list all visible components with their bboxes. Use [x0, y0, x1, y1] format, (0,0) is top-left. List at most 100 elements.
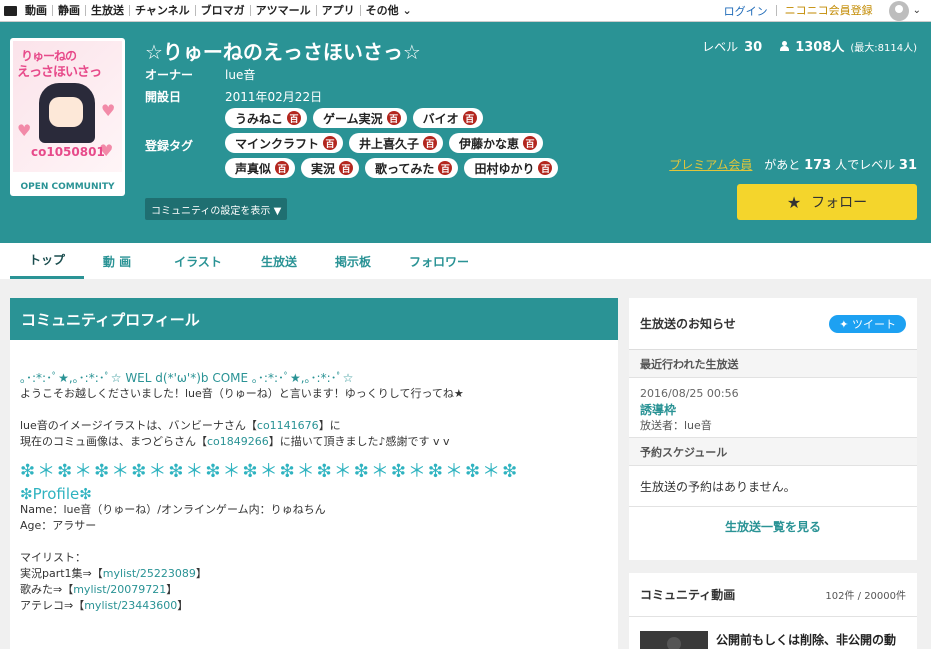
- nav-item-app[interactable]: アプリ: [315, 5, 360, 16]
- encyclopedia-icon[interactable]: 百: [523, 136, 538, 150]
- nav-item-atsumaru[interactable]: アツマール: [249, 5, 316, 16]
- tag-item[interactable]: 歌ってみた百: [365, 158, 459, 178]
- twitter-bird-icon: ✦: [839, 317, 849, 331]
- tag-row: 声真似百 実況百 歌ってみた百 田村ゆかり百: [225, 158, 625, 178]
- follow-button[interactable]: ★ フォロー: [737, 184, 917, 220]
- videos-title: コミュニティ動画: [640, 588, 736, 602]
- live-list-link[interactable]: 生放送一覧を見る: [629, 507, 917, 546]
- top-navigation-bar: 動画 静画 生放送 チャンネル ブロマガ アツマール アプリ その他 ⌄ ログイ…: [0, 0, 931, 22]
- nav-item-channel[interactable]: チャンネル: [129, 5, 195, 16]
- level-label: レベル: [702, 40, 739, 54]
- tag-label: うみねこ: [235, 111, 284, 126]
- live-info-panel: 生放送のお知らせ ✦ ツイート 最近行われた生放送 2016/08/25 00:…: [629, 298, 917, 560]
- live-title-link[interactable]: 誘導枠: [640, 402, 906, 418]
- premium-member-link[interactable]: プレミアム会員: [669, 158, 752, 172]
- tag-item[interactable]: 声真似百: [225, 158, 296, 178]
- open-community-label: OPEN COMMUNITY: [20, 182, 115, 192]
- account-chevron-down-icon[interactable]: ⌄: [913, 5, 921, 16]
- video-title[interactable]: 公開前もしくは削除、非公開の動: [716, 631, 896, 649]
- profile-age: Age：アラサー: [20, 519, 97, 532]
- tag-item[interactable]: ゲーム実況百: [313, 108, 407, 128]
- video-thumbnail[interactable]: [640, 631, 708, 649]
- star-icon: ★: [786, 192, 802, 212]
- show-settings-button[interactable]: コミュニティの設定を表示 ▼: [145, 198, 288, 220]
- mylist-text: 】: [195, 567, 207, 580]
- live-panel-header: 生放送のお知らせ ✦ ツイート: [629, 298, 917, 350]
- level-value: 30: [744, 40, 763, 55]
- profile-text: lue音のイメージイラストは、バンビーナさん【: [20, 419, 257, 432]
- community-title: ☆りゅーねのえっさほいさっ☆: [145, 40, 421, 64]
- tag-label: 田村ゆかり: [474, 161, 535, 176]
- tab-video[interactable]: 動 画: [90, 243, 144, 279]
- mylist-line: 実況part1集⇒【mylist/25223089】: [20, 566, 608, 582]
- tweet-button[interactable]: ✦ ツイート: [829, 314, 906, 333]
- schedule-label: 予約スケジュール: [629, 438, 917, 466]
- encyclopedia-icon[interactable]: 百: [538, 161, 553, 175]
- niconico-logo-icon[interactable]: [0, 0, 20, 22]
- mylist-text: アテレコ⇒【: [20, 599, 85, 612]
- nav-item-video[interactable]: 動画: [20, 5, 52, 16]
- register-link[interactable]: ニコニコ会員登録: [775, 5, 881, 16]
- encyclopedia-icon[interactable]: 百: [339, 161, 354, 175]
- tag-label: 声真似: [235, 161, 272, 176]
- nav-item-other[interactable]: その他 ⌄: [359, 5, 417, 16]
- tab-bbs[interactable]: 掲示板: [322, 243, 384, 279]
- community-header: ♥ ♥ ♥ りゅーねの えっさほいさっ co1050801 OPEN COMMU…: [0, 22, 931, 243]
- profile-text-line: 現在のコミュ画像は、まつどらさん【co1849266】に描いて頂きました♪感謝で…: [20, 434, 608, 450]
- community-videos-panel: コミュニティ動画 102件 / 20000件 公開前もしくは削除、非公開の動: [629, 573, 917, 649]
- mylist-link[interactable]: mylist/20079721: [73, 583, 166, 596]
- tab-top[interactable]: トップ: [10, 243, 84, 279]
- nav-item-live[interactable]: 生放送: [85, 5, 129, 16]
- tag-item[interactable]: 井上喜久子百: [349, 133, 444, 153]
- mylist-link[interactable]: mylist/23443600: [84, 599, 177, 612]
- encyclopedia-icon[interactable]: 百: [386, 111, 401, 125]
- mylist-text: 歌みた⇒【: [20, 583, 74, 596]
- encyclopedia-icon[interactable]: 百: [423, 136, 438, 150]
- tab-illust[interactable]: イラスト: [162, 243, 234, 279]
- community-link[interactable]: co1141676: [257, 419, 319, 432]
- encyclopedia-icon[interactable]: 百: [323, 136, 338, 150]
- encyclopedia-icon[interactable]: 百: [287, 111, 302, 125]
- established-label: 開設日: [145, 90, 182, 104]
- tag-label: バイオ: [422, 111, 459, 126]
- video-list-item[interactable]: 公開前もしくは削除、非公開の動: [629, 617, 917, 649]
- tab-followers[interactable]: フォロワー: [396, 243, 482, 279]
- heart-icon: ♥: [17, 121, 32, 140]
- mylist-text: 】: [177, 599, 189, 612]
- tag-item[interactable]: マインクラフト百: [225, 133, 344, 153]
- tag-item[interactable]: 実況百: [301, 158, 360, 178]
- login-link[interactable]: ログイン: [716, 3, 776, 19]
- tag-item[interactable]: 伊藤かな恵百: [449, 133, 544, 153]
- nav-item-blomaga[interactable]: ブロマガ: [194, 5, 250, 16]
- profile-text-line: lue音のイメージイラストは、バンビーナさん【co1141676】に: [20, 418, 608, 434]
- encyclopedia-icon[interactable]: 百: [438, 161, 453, 175]
- tag-item[interactable]: 田村ゆかり百: [464, 158, 559, 178]
- profile-text-line: ようこそお越しくださいました！lue音（りゅーね）と言います！ゆっくりして行って…: [20, 387, 464, 400]
- tag-item[interactable]: うみねこ百: [225, 108, 308, 128]
- encyclopedia-icon[interactable]: 百: [275, 161, 290, 175]
- community-profile-panel: コミュニティプロフィール ｡･:*:･ﾟ★,｡･:*:･ﾟ☆ WEL d(*'ω…: [10, 298, 618, 649]
- heart-icon: ♥: [101, 101, 116, 120]
- owner-name[interactable]: lue音: [225, 66, 255, 83]
- community-thumbnail-art: ♥ ♥ ♥ りゅーねの えっさほいさっ co1050801: [13, 41, 122, 172]
- mylist-link[interactable]: mylist/25223089: [103, 567, 196, 580]
- community-link[interactable]: co1849266: [207, 435, 269, 448]
- live-broadcaster: 放送者：lue音: [640, 419, 712, 432]
- nav-item-seiga[interactable]: 静画: [52, 5, 85, 16]
- tag-list: うみねこ百 ゲーム実況百 バイオ百 マインクラフト百 井上喜久子百 伊藤かな恵百…: [225, 108, 625, 183]
- member-max: (最大:8114人): [850, 43, 917, 54]
- premium-progress: プレミアム会員 があと 173 人でレベル 31: [669, 156, 917, 173]
- mylist-text: 実況part1集⇒【: [20, 567, 103, 580]
- encyclopedia-icon[interactable]: 百: [462, 111, 477, 125]
- user-avatar-icon[interactable]: [888, 0, 909, 21]
- tag-label: マインクラフト: [235, 136, 320, 151]
- tag-row: マインクラフト百 井上喜久子百 伊藤かな恵百: [225, 133, 625, 153]
- thumbnail-text-2: えっさほいさっ: [17, 65, 102, 80]
- profile-name: Name：lue音（りゅーね）/オンラインゲーム内：りゅねちん: [20, 503, 326, 516]
- premium-text-mid: 人でレベル: [835, 158, 896, 172]
- tag-label: 井上喜久子: [359, 136, 420, 151]
- no-schedule-text: 生放送の予約はありません。: [629, 466, 917, 507]
- community-thumbnail[interactable]: ♥ ♥ ♥ りゅーねの えっさほいさっ co1050801 OPEN COMMU…: [10, 38, 125, 196]
- tag-item[interactable]: バイオ百: [412, 108, 483, 128]
- tab-live[interactable]: 生放送: [248, 243, 310, 279]
